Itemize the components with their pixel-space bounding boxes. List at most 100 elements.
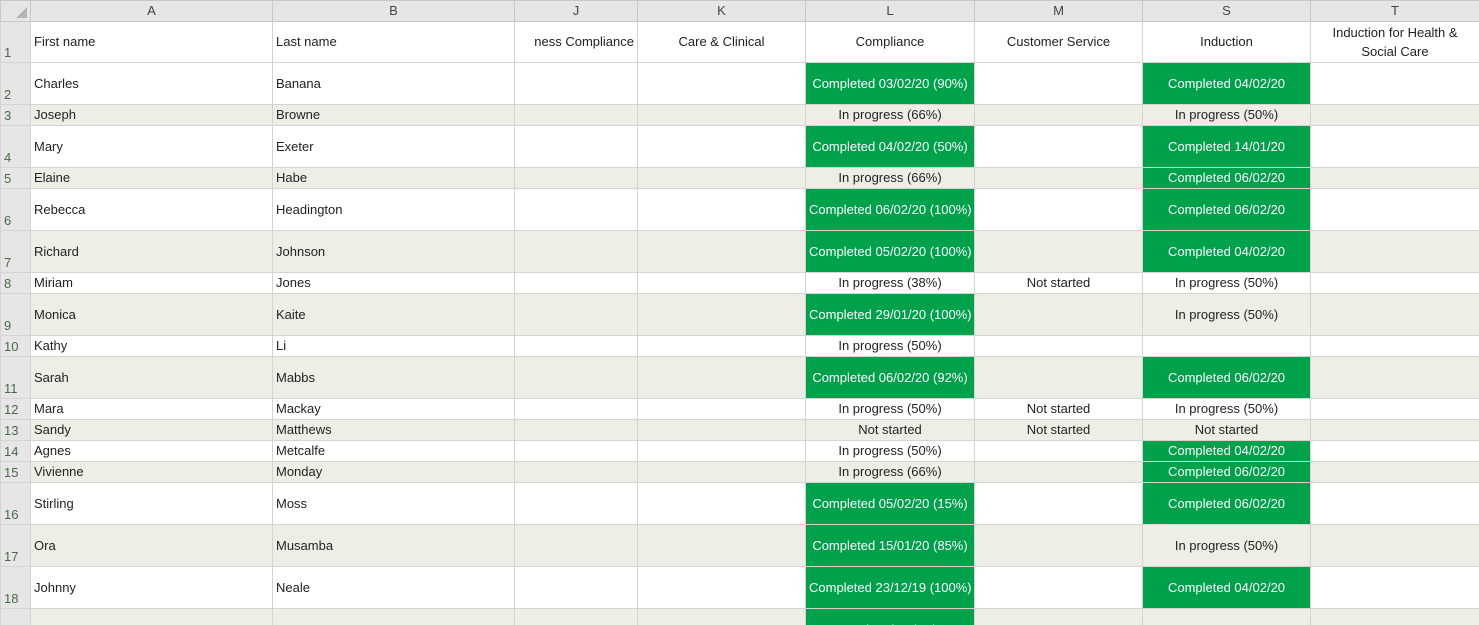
cell-j[interactable] [514, 188, 638, 231]
column-header-l[interactable]: L [805, 0, 975, 22]
cell-customer-service[interactable]: Not started [974, 398, 1143, 420]
cell-induction[interactable]: In progress (50%) [1142, 293, 1311, 336]
header-care-clinical[interactable]: Care & Clinical [637, 21, 806, 63]
cell-customer-service[interactable]: Not started [974, 272, 1143, 294]
cell-last-name[interactable]: Li [272, 335, 515, 357]
cell-j[interactable] [514, 482, 638, 525]
column-header-s[interactable]: S [1142, 0, 1311, 22]
cell-customer-service[interactable]: Not started [974, 419, 1143, 441]
cell-j[interactable] [514, 398, 638, 420]
cell-k[interactable] [637, 608, 806, 625]
cell-first-name[interactable]: Mara [30, 398, 273, 420]
row-number[interactable]: 14 [0, 440, 31, 462]
row-number[interactable]: 12 [0, 398, 31, 420]
cell-compliance[interactable]: In progress (38%) [805, 272, 975, 294]
cell-first-name[interactable]: Vivienne [30, 461, 273, 483]
cell-compliance[interactable]: In progress (66%) [805, 461, 975, 483]
cell-induction[interactable] [1142, 335, 1311, 357]
row-number[interactable]: 17 [0, 524, 31, 567]
cell-k[interactable] [637, 125, 806, 168]
cell-last-name[interactable]: Matthews [272, 419, 515, 441]
column-header-j[interactable]: J [514, 0, 638, 22]
cell-first-name[interactable] [30, 608, 273, 625]
cell-induction[interactable]: Not started [1142, 419, 1311, 441]
cell-compliance[interactable]: Completed 04/02/20 (50%) [805, 125, 975, 168]
cell-first-name[interactable]: Richard [30, 230, 273, 273]
row-number[interactable]: 10 [0, 335, 31, 357]
row-number[interactable]: 1 [0, 21, 31, 63]
cell-last-name[interactable]: Mackay [272, 398, 515, 420]
cell-compliance[interactable]: Completed 15/01/20 (85%) [805, 524, 975, 567]
cell-compliance[interactable]: Completed 29/01/20 (100%) [805, 293, 975, 336]
cell-last-name[interactable]: Browne [272, 104, 515, 126]
row-number[interactable]: 13 [0, 419, 31, 441]
cell-customer-service[interactable] [974, 104, 1143, 126]
cell-customer-service[interactable] [974, 335, 1143, 357]
cell-induction-health[interactable] [1310, 608, 1479, 625]
cell-j[interactable] [514, 62, 638, 105]
cell-k[interactable] [637, 167, 806, 189]
column-header-k[interactable]: K [637, 0, 806, 22]
cell-customer-service[interactable] [974, 461, 1143, 483]
cell-induction-health[interactable] [1310, 62, 1479, 105]
header-first-name[interactable]: First name [30, 21, 273, 63]
cell-k[interactable] [637, 356, 806, 399]
cell-first-name[interactable]: Joseph [30, 104, 273, 126]
cell-k[interactable] [637, 398, 806, 420]
cell-compliance[interactable]: Completed 05/02/20 (15%) [805, 482, 975, 525]
row-number[interactable]: 9 [0, 293, 31, 336]
row-number[interactable]: 6 [0, 188, 31, 231]
cell-induction-health[interactable] [1310, 188, 1479, 231]
header-business-compliance[interactable]: ness Compliance [514, 21, 638, 63]
cell-j[interactable] [514, 440, 638, 462]
cell-induction-health[interactable] [1310, 440, 1479, 462]
cell-compliance[interactable]: Completed 06/02/20 (100%) [805, 188, 975, 231]
cell-compliance[interactable]: In progress (66%) [805, 104, 975, 126]
cell-induction-health[interactable] [1310, 419, 1479, 441]
cell-last-name[interactable]: Habe [272, 167, 515, 189]
cell-induction-health[interactable] [1310, 356, 1479, 399]
cell-induction[interactable]: Completed 04/02/20 [1142, 230, 1311, 273]
cell-first-name[interactable]: Elaine [30, 167, 273, 189]
cell-last-name[interactable]: Kaite [272, 293, 515, 336]
cell-j[interactable] [514, 167, 638, 189]
cell-last-name[interactable]: Mabbs [272, 356, 515, 399]
cell-j[interactable] [514, 566, 638, 609]
cell-compliance[interactable]: Completed 06/02/20 (92%) [805, 356, 975, 399]
cell-k[interactable] [637, 335, 806, 357]
cell-j[interactable] [514, 293, 638, 336]
cell-customer-service[interactable] [974, 230, 1143, 273]
cell-first-name[interactable]: Sarah [30, 356, 273, 399]
cell-first-name[interactable]: Kathy [30, 335, 273, 357]
cell-induction-health[interactable] [1310, 167, 1479, 189]
cell-k[interactable] [637, 272, 806, 294]
cell-compliance[interactable]: In progress (50%) [805, 440, 975, 462]
cell-customer-service[interactable] [974, 167, 1143, 189]
cell-customer-service[interactable] [974, 482, 1143, 525]
cell-last-name[interactable]: Moss [272, 482, 515, 525]
cell-compliance[interactable]: Completed 03/02/20 (90%) [805, 62, 975, 105]
cell-customer-service[interactable] [974, 566, 1143, 609]
cell-last-name[interactable]: Monday [272, 461, 515, 483]
cell-customer-service[interactable] [974, 125, 1143, 168]
cell-last-name[interactable] [272, 608, 515, 625]
cell-k[interactable] [637, 230, 806, 273]
cell-k[interactable] [637, 566, 806, 609]
cell-compliance[interactable]: Not started [805, 419, 975, 441]
cell-k[interactable] [637, 188, 806, 231]
cell-first-name[interactable]: Ora [30, 524, 273, 567]
row-number[interactable]: 5 [0, 167, 31, 189]
cell-customer-service[interactable] [974, 62, 1143, 105]
cell-induction[interactable]: In progress (50%) [1142, 398, 1311, 420]
cell-induction[interactable]: In progress (50%) [1142, 104, 1311, 126]
cell-last-name[interactable]: Banana [272, 62, 515, 105]
column-header-t[interactable]: T [1310, 0, 1479, 22]
column-header-b[interactable]: B [272, 0, 515, 22]
cell-first-name[interactable]: Charles [30, 62, 273, 105]
cell-compliance[interactable]: In progress (66%) [805, 167, 975, 189]
cell-j[interactable] [514, 608, 638, 625]
cell-k[interactable] [637, 293, 806, 336]
cell-first-name[interactable]: Johnny [30, 566, 273, 609]
cell-customer-service[interactable] [974, 293, 1143, 336]
cell-last-name[interactable]: Exeter [272, 125, 515, 168]
